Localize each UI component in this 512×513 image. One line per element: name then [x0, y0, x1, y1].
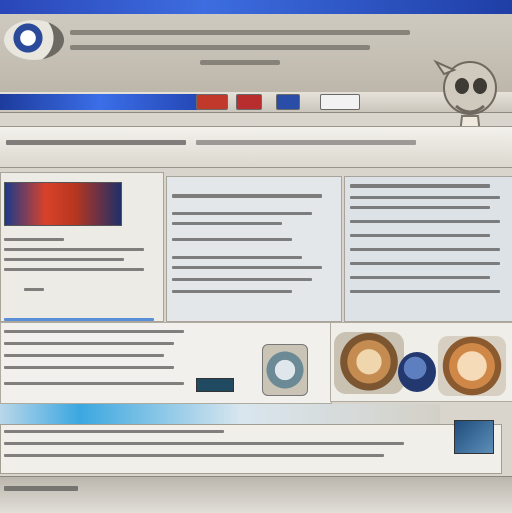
small-badge[interactable]: [196, 378, 234, 392]
page-heading-bar: [0, 126, 512, 168]
header-text: [70, 30, 430, 65]
title-bar: [0, 0, 512, 15]
nav-button-2[interactable]: [236, 94, 262, 110]
bottom-bar: [0, 476, 512, 513]
promo-banner[interactable]: [4, 182, 122, 226]
product-image-b[interactable]: [398, 352, 436, 392]
thumbnail-image[interactable]: [262, 344, 308, 396]
nav-button-3[interactable]: [276, 94, 300, 110]
section-divider: [0, 404, 440, 424]
nav-strip[interactable]: [0, 94, 200, 110]
product-image-a[interactable]: [334, 332, 404, 394]
footer-thumbnail[interactable]: [454, 420, 494, 454]
nav-button-4[interactable]: [320, 94, 360, 110]
logo-icon[interactable]: [4, 20, 64, 60]
product-image-c[interactable]: [438, 336, 506, 396]
nav-button-1[interactable]: [196, 94, 228, 110]
